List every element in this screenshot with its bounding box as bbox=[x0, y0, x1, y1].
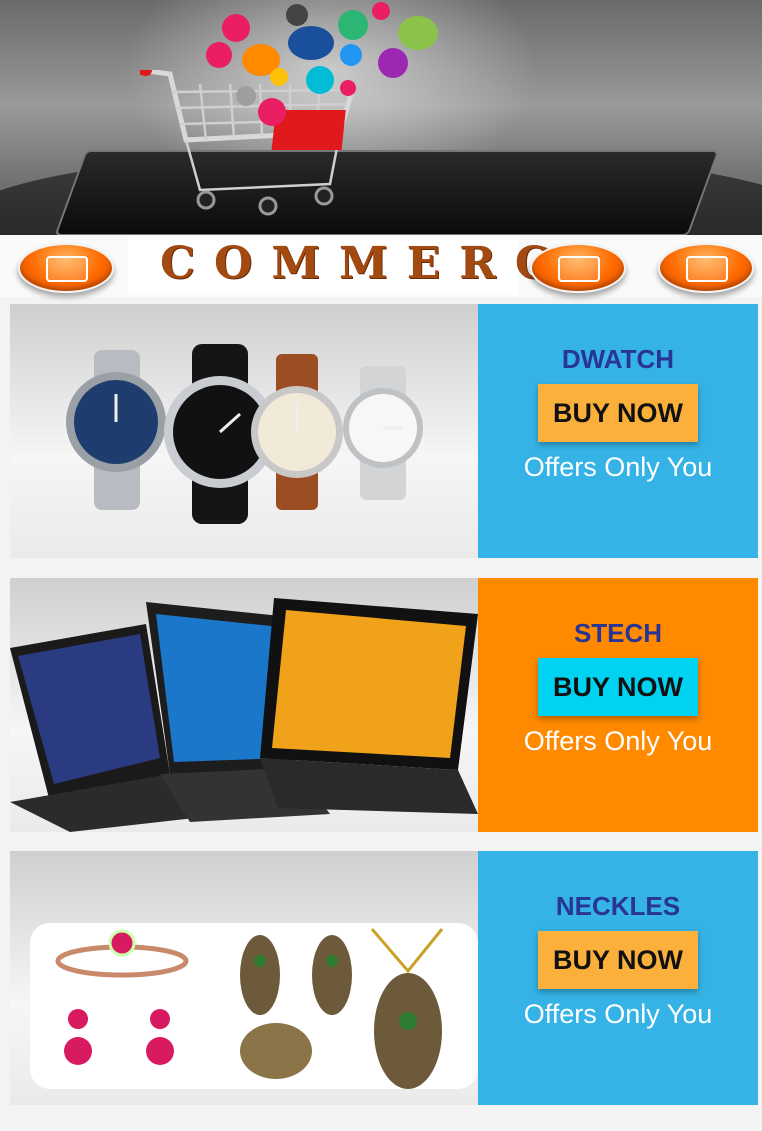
buy-now-button[interactable]: BUY NOW bbox=[538, 384, 698, 442]
product-title: STECH bbox=[573, 618, 663, 648]
product-card-neckles: NECKLES BUY NOW Offers Only You bbox=[10, 851, 758, 1105]
hero-banner bbox=[0, 0, 762, 235]
refresh-nav-button[interactable] bbox=[18, 243, 114, 293]
product-title: NECKLES bbox=[555, 891, 681, 921]
refresh-icon bbox=[46, 256, 88, 282]
product-title: DWATCH bbox=[561, 344, 675, 374]
buy-now-button[interactable]: BUY NOW bbox=[538, 931, 698, 989]
group-nav-button[interactable] bbox=[530, 243, 626, 293]
jewelry-image bbox=[10, 851, 478, 1105]
product-panel-stech: STECH BUY NOW Offers Only You bbox=[478, 578, 758, 832]
offer-text: Offers Only You bbox=[523, 999, 713, 1029]
product-panel-dwatch: DWATCH BUY NOW Offers Only You bbox=[478, 304, 758, 558]
product-card-dwatch: DWATCH BUY NOW Offers Only You bbox=[10, 304, 758, 558]
product-panel-neckles: NECKLES BUY NOW Offers Only You bbox=[478, 851, 758, 1105]
offer-text: Offers Only You bbox=[523, 452, 713, 482]
offer-text: Offers Only You bbox=[523, 726, 713, 756]
product-card-stech: STECH BUY NOW Offers Only You bbox=[10, 578, 758, 832]
group-icon bbox=[558, 256, 600, 282]
laptops-image bbox=[10, 578, 478, 832]
watches-image bbox=[10, 304, 478, 558]
search-nav-button[interactable] bbox=[658, 243, 754, 293]
globe-search-icon bbox=[686, 256, 728, 282]
buy-now-button[interactable]: BUY NOW bbox=[538, 658, 698, 716]
